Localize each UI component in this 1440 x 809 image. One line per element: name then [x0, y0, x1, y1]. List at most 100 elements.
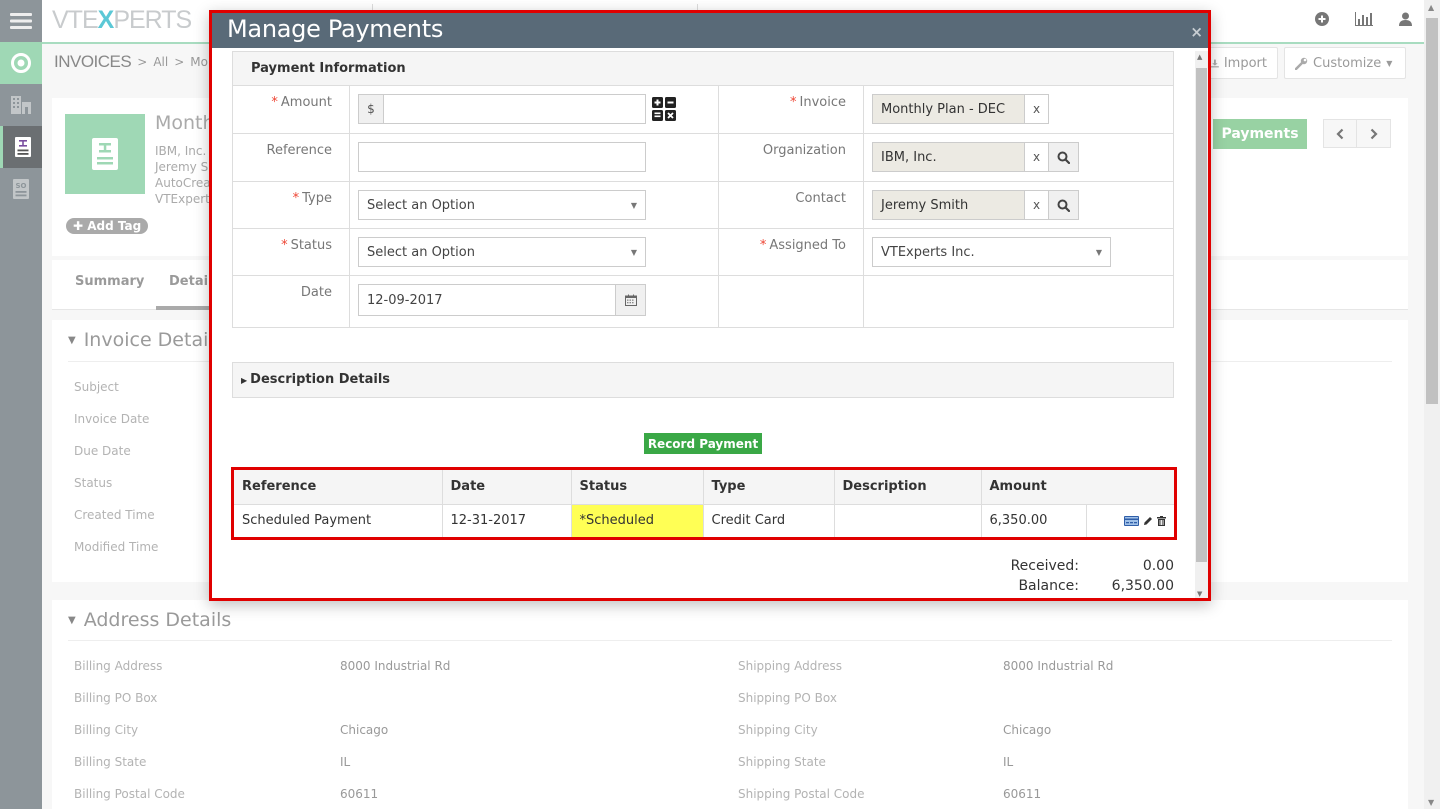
form-row: * Type Select an Option ▼ Contact Jeremy S…	[233, 182, 1173, 229]
menu-button[interactable]	[0, 0, 42, 42]
cell-amount: 6,350.00	[981, 504, 1087, 537]
sidebar-item-invoices[interactable]	[0, 126, 42, 168]
address-details-header[interactable]: ▼ Address Details	[68, 609, 231, 631]
page-scrollbar[interactable]: ▲ ▼	[1424, 0, 1440, 809]
invoice-label: * Invoice	[719, 86, 864, 133]
plus-circle-icon	[1315, 12, 1329, 26]
organization-field[interactable]: IBM, Inc.	[872, 142, 1025, 172]
invoice-details-header[interactable]: ▼ Invoice Details	[68, 329, 224, 351]
received-row: Received: 0.00	[989, 558, 1174, 578]
type-label: * Type	[233, 182, 350, 228]
scroll-up-arrow[interactable]: ▲	[1197, 53, 1202, 61]
col-actions	[1086, 470, 1174, 505]
record-title: Month	[155, 112, 215, 134]
billing-state-value: IL	[340, 755, 351, 769]
col-amount: Amount	[981, 470, 1086, 505]
clear-invoice-button[interactable]: x	[1025, 94, 1049, 124]
user-icon	[1399, 12, 1412, 26]
pencil-icon	[1143, 516, 1152, 525]
caret-right-icon: ▶	[241, 376, 248, 385]
contact-field[interactable]: Jeremy Smith	[872, 190, 1025, 220]
shipping-address-label: Shipping Address	[738, 659, 842, 673]
reports-button[interactable]	[1355, 12, 1373, 26]
payments-button[interactable]: Payments	[1213, 119, 1307, 149]
status-label: * Status	[233, 229, 350, 275]
cell-type: Credit Card	[703, 504, 835, 537]
breadcrumb-module[interactable]: INVOICES	[54, 52, 132, 72]
shipping-address-value: 8000 Industrial Rd	[1003, 659, 1114, 673]
status-select[interactable]: Select an Option ▼	[358, 237, 646, 267]
scroll-down-arrow[interactable]: ▼	[1428, 798, 1434, 807]
reference-input[interactable]	[358, 142, 646, 172]
active-tab-indicator	[156, 306, 216, 310]
amount-input[interactable]	[384, 94, 646, 124]
payment-information-section: Payment Information *Amount $ *Invoice	[232, 51, 1174, 328]
plus-icon: ✚	[73, 219, 84, 233]
billing-postal-code-value: 60611	[340, 787, 379, 801]
customize-button[interactable]: Customize ▼	[1284, 47, 1406, 79]
invoice-field[interactable]: Monthly Plan - DEC	[872, 94, 1025, 124]
tab-summary[interactable]: Summary	[75, 274, 144, 289]
balance-row: Balance: 6,350.00	[989, 578, 1174, 598]
field-label: Due Date	[74, 444, 131, 458]
caret-down-icon: ▼	[68, 614, 76, 626]
search-organization-button[interactable]	[1049, 142, 1079, 172]
cell-description	[834, 504, 982, 537]
download-icon	[1211, 59, 1219, 67]
shipping-po-box-label: Shipping PO Box	[738, 691, 837, 705]
modal-scrollbar[interactable]: ▲ ▼	[1195, 51, 1208, 598]
close-icon[interactable]: ×	[1190, 25, 1203, 40]
modal-body: Payment Information *Amount $ *Invoice	[212, 48, 1192, 598]
clear-organization-button[interactable]: x	[1025, 142, 1049, 172]
billing-address-label: Billing Address	[74, 659, 163, 673]
date-input[interactable]: 12-09-2017	[358, 284, 616, 316]
assigned-to-select[interactable]: VTExperts Inc. ▼	[872, 237, 1111, 267]
edit-payment-button[interactable]	[1143, 516, 1153, 526]
charge-card-button[interactable]	[1123, 515, 1139, 526]
scroll-up-arrow[interactable]: ▲	[1428, 3, 1434, 12]
add-tag-button[interactable]: ✚ Add Tag	[66, 218, 149, 234]
sidebar-item-sales-orders[interactable]: SO	[0, 168, 42, 210]
user-menu-button[interactable]	[1399, 12, 1412, 26]
previous-record-button[interactable]	[1323, 119, 1357, 148]
svg-text:SO: SO	[16, 182, 27, 190]
import-button[interactable]: Import	[1200, 47, 1278, 79]
breadcrumb-all[interactable]: All	[153, 55, 168, 69]
field-label: Subject	[74, 380, 119, 394]
balance-value: 6,350.00	[1111, 578, 1174, 594]
sidebar-item-home[interactable]	[0, 42, 42, 84]
billing-address-value: 8000 Industrial Rd	[340, 659, 451, 673]
record-payment-button[interactable]: Record Payment	[644, 433, 762, 454]
record-organization[interactable]: IBM, Inc.	[155, 144, 206, 158]
received-label: Received:	[1010, 558, 1079, 574]
form-row: Date 12-09-2017	[233, 276, 1173, 327]
date-picker-button[interactable]	[616, 284, 646, 316]
calculator-icon	[652, 97, 676, 121]
brand-logo[interactable]: VTEXPERTS	[52, 6, 192, 35]
description-details-toggle[interactable]: ▶ Description Details	[232, 362, 1174, 398]
modal-scrollbar-thumb[interactable]	[1196, 68, 1207, 562]
assigned-to-label: * Assigned To	[719, 229, 864, 275]
search-contact-button[interactable]	[1049, 190, 1079, 220]
calculator-button[interactable]	[652, 97, 676, 121]
page-scrollbar-thumb[interactable]	[1426, 18, 1438, 404]
record-assigned: VTExperts	[155, 192, 217, 206]
amount-label: * Amount	[233, 86, 350, 133]
bar-chart-icon	[1355, 12, 1373, 26]
type-select[interactable]: Select an Option ▼	[358, 190, 646, 220]
quick-create-button[interactable]	[1315, 12, 1329, 26]
organization-label: Organization	[719, 134, 864, 181]
caret-down-icon: ▼	[68, 334, 76, 346]
table-header-row: Reference Date Status Type Description A…	[234, 470, 1174, 505]
sidebar-item-organizations[interactable]	[0, 84, 42, 126]
delete-payment-button[interactable]	[1157, 515, 1166, 526]
scroll-down-arrow[interactable]: ▼	[1197, 590, 1202, 598]
hamburger-icon	[10, 13, 32, 29]
search-icon	[1057, 199, 1070, 212]
col-reference: Reference	[234, 470, 443, 505]
dropdown-arrow-icon: ▼	[630, 247, 637, 257]
clear-contact-button[interactable]: x	[1025, 190, 1049, 220]
next-record-button[interactable]	[1357, 119, 1391, 148]
form-row: Reference Organization IBM, Inc. x	[233, 134, 1173, 182]
billing-postal-code-label: Billing Postal Code	[74, 787, 185, 801]
